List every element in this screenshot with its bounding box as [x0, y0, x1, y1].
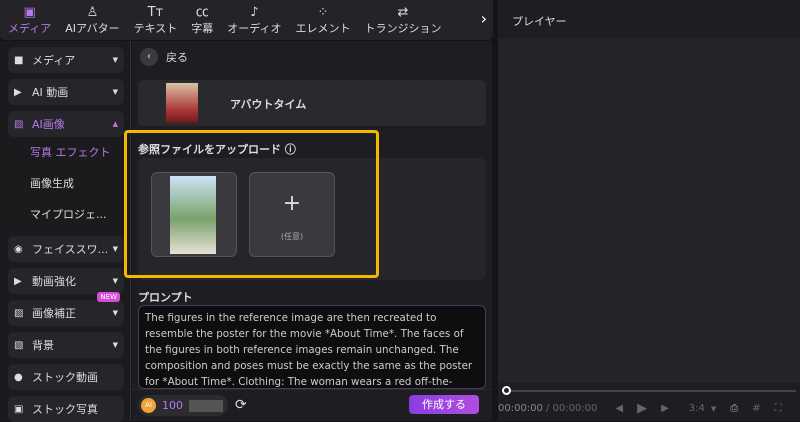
face-icon: ◉: [14, 243, 23, 255]
tab-audio[interactable]: ♪ オーディオ: [227, 5, 281, 36]
time-total: / 00:00:00: [545, 403, 598, 414]
image-icon: ▨: [14, 118, 24, 130]
sidebar-item-video-enhance[interactable]: ▶ 動画強化 ▼: [8, 268, 124, 294]
chevron-left-icon: ‹: [140, 48, 158, 66]
photo-icon: ▣: [14, 403, 24, 415]
enhance-icon: ▶: [14, 275, 22, 287]
play-icon[interactable]: ▶: [637, 401, 647, 416]
text-icon: Tт: [147, 4, 164, 20]
back-button[interactable]: ‹ 戻る: [140, 48, 188, 66]
preview-screen: [498, 38, 800, 383]
create-button[interactable]: 作成する: [409, 395, 479, 414]
fullscreen-icon[interactable]: ⛶: [775, 403, 782, 414]
chevron-down-icon: ▼: [710, 404, 717, 413]
player-title: プレイヤー: [512, 15, 567, 28]
audio-icon: ♪: [250, 4, 259, 20]
sidebar: ■ メディア ▼ ▶ AI 動画 ▼ ▨ AI画像 ▲ 写真 エフェクト 画像生成 マイプロ…: [0, 41, 131, 422]
sidebar-item-image-fix[interactable]: ▨ 画像補正 NEW ▼: [8, 292, 124, 326]
avatar-icon: ♙: [86, 4, 99, 20]
new-badge: NEW: [97, 292, 120, 302]
video-icon: ▶: [14, 86, 22, 98]
tab-transition[interactable]: ⇄ トランジション: [364, 5, 441, 36]
prompt-input[interactable]: The figures in the reference image are t…: [138, 305, 486, 389]
media-icon: ▣: [23, 4, 36, 20]
sidebar-sub-image-gen[interactable]: 画像生成: [0, 168, 130, 199]
sidebar-sub-my-projects[interactable]: マイプロジェ...: [0, 199, 130, 230]
refresh-icon[interactable]: ⟳: [235, 397, 247, 413]
prompt-label: プロンプト: [138, 291, 193, 304]
sidebar-item-ai-image[interactable]: ▨ AI画像 ▲: [8, 111, 124, 137]
chevron-right-icon[interactable]: ›: [481, 9, 487, 28]
chevron-down-icon: ▼: [112, 56, 118, 64]
play-icon: ●: [14, 371, 23, 383]
movie-poster: [166, 83, 198, 123]
tab-ai-avatar[interactable]: ♙ AIアバター: [65, 5, 119, 36]
grid-icon[interactable]: #: [752, 403, 760, 414]
next-frame-icon[interactable]: ▶: [661, 403, 669, 414]
chevron-down-icon: ▼: [112, 341, 118, 349]
element-icon: ⁘: [317, 4, 329, 20]
sidebar-item-face-swap[interactable]: ◉ フェイススワ... ▼: [8, 236, 124, 262]
movie-card[interactable]: アバウトタイム: [138, 80, 486, 126]
chevron-down-icon: ▼: [112, 309, 118, 317]
top-toolbar: ▣ メディア ♙ AIアバター Tт テキスト ㏄字幕 ♪ オーディオ ⁘ エレメント ⇄…: [0, 0, 493, 40]
background-icon: ▧: [14, 339, 24, 351]
tab-element[interactable]: ⁘ エレメント: [295, 5, 350, 36]
chevron-up-icon: ▲: [112, 120, 118, 128]
sidebar-item-ai-video[interactable]: ▶ AI 動画 ▼: [8, 79, 124, 105]
timeline-scrubber[interactable]: [506, 390, 796, 392]
time-current: 00:00:00: [498, 403, 543, 414]
aspect-ratio-select[interactable]: 3:4: [689, 403, 705, 414]
blurred-text: [189, 399, 223, 412]
chevron-down-icon: ▼: [112, 277, 118, 285]
chevron-down-icon: ▼: [112, 88, 118, 96]
highlight-box: [124, 130, 379, 278]
image-fix-icon: ▨: [14, 307, 24, 319]
prev-frame-icon[interactable]: ◀: [615, 403, 623, 414]
chevron-down-icon: ▼: [112, 245, 118, 253]
scrubber-handle[interactable]: [502, 386, 511, 395]
sidebar-item-background[interactable]: ▧ 背景 ▼: [8, 332, 124, 358]
credits-badge: AI 100: [138, 395, 228, 416]
camera-icon[interactable]: ⎙: [730, 403, 738, 414]
sidebar-sub-photo-effect[interactable]: 写真 エフェクト: [0, 137, 130, 168]
ai-coin-icon: AI: [141, 398, 156, 413]
bottom-bar: AI 100 ⟳ 作成する: [132, 389, 492, 421]
sidebar-item-media[interactable]: ■ メディア ▼: [8, 47, 124, 73]
sidebar-item-stock-photo[interactable]: ▣ ストック写真: [8, 396, 124, 422]
sidebar-item-stock-video[interactable]: ● ストック動画: [8, 364, 124, 390]
transition-icon: ⇄: [397, 4, 409, 20]
folder-icon: ■: [14, 54, 24, 66]
tab-text[interactable]: Tт テキスト: [134, 5, 178, 36]
player-panel: プレイヤー 00:00:00 / 00:00:00 ◀ ▶ ▶ 3:4 ▼ ⎙ …: [498, 0, 800, 421]
tab-media[interactable]: ▣ メディア: [8, 5, 51, 36]
caption-icon: ㏄: [195, 4, 209, 20]
player-controls: 00:00:00 / 00:00:00 ◀ ▶ ▶ 3:4 ▼ ⎙ # ⛶: [498, 401, 800, 416]
tab-caption[interactable]: ㏄字幕: [191, 5, 213, 36]
